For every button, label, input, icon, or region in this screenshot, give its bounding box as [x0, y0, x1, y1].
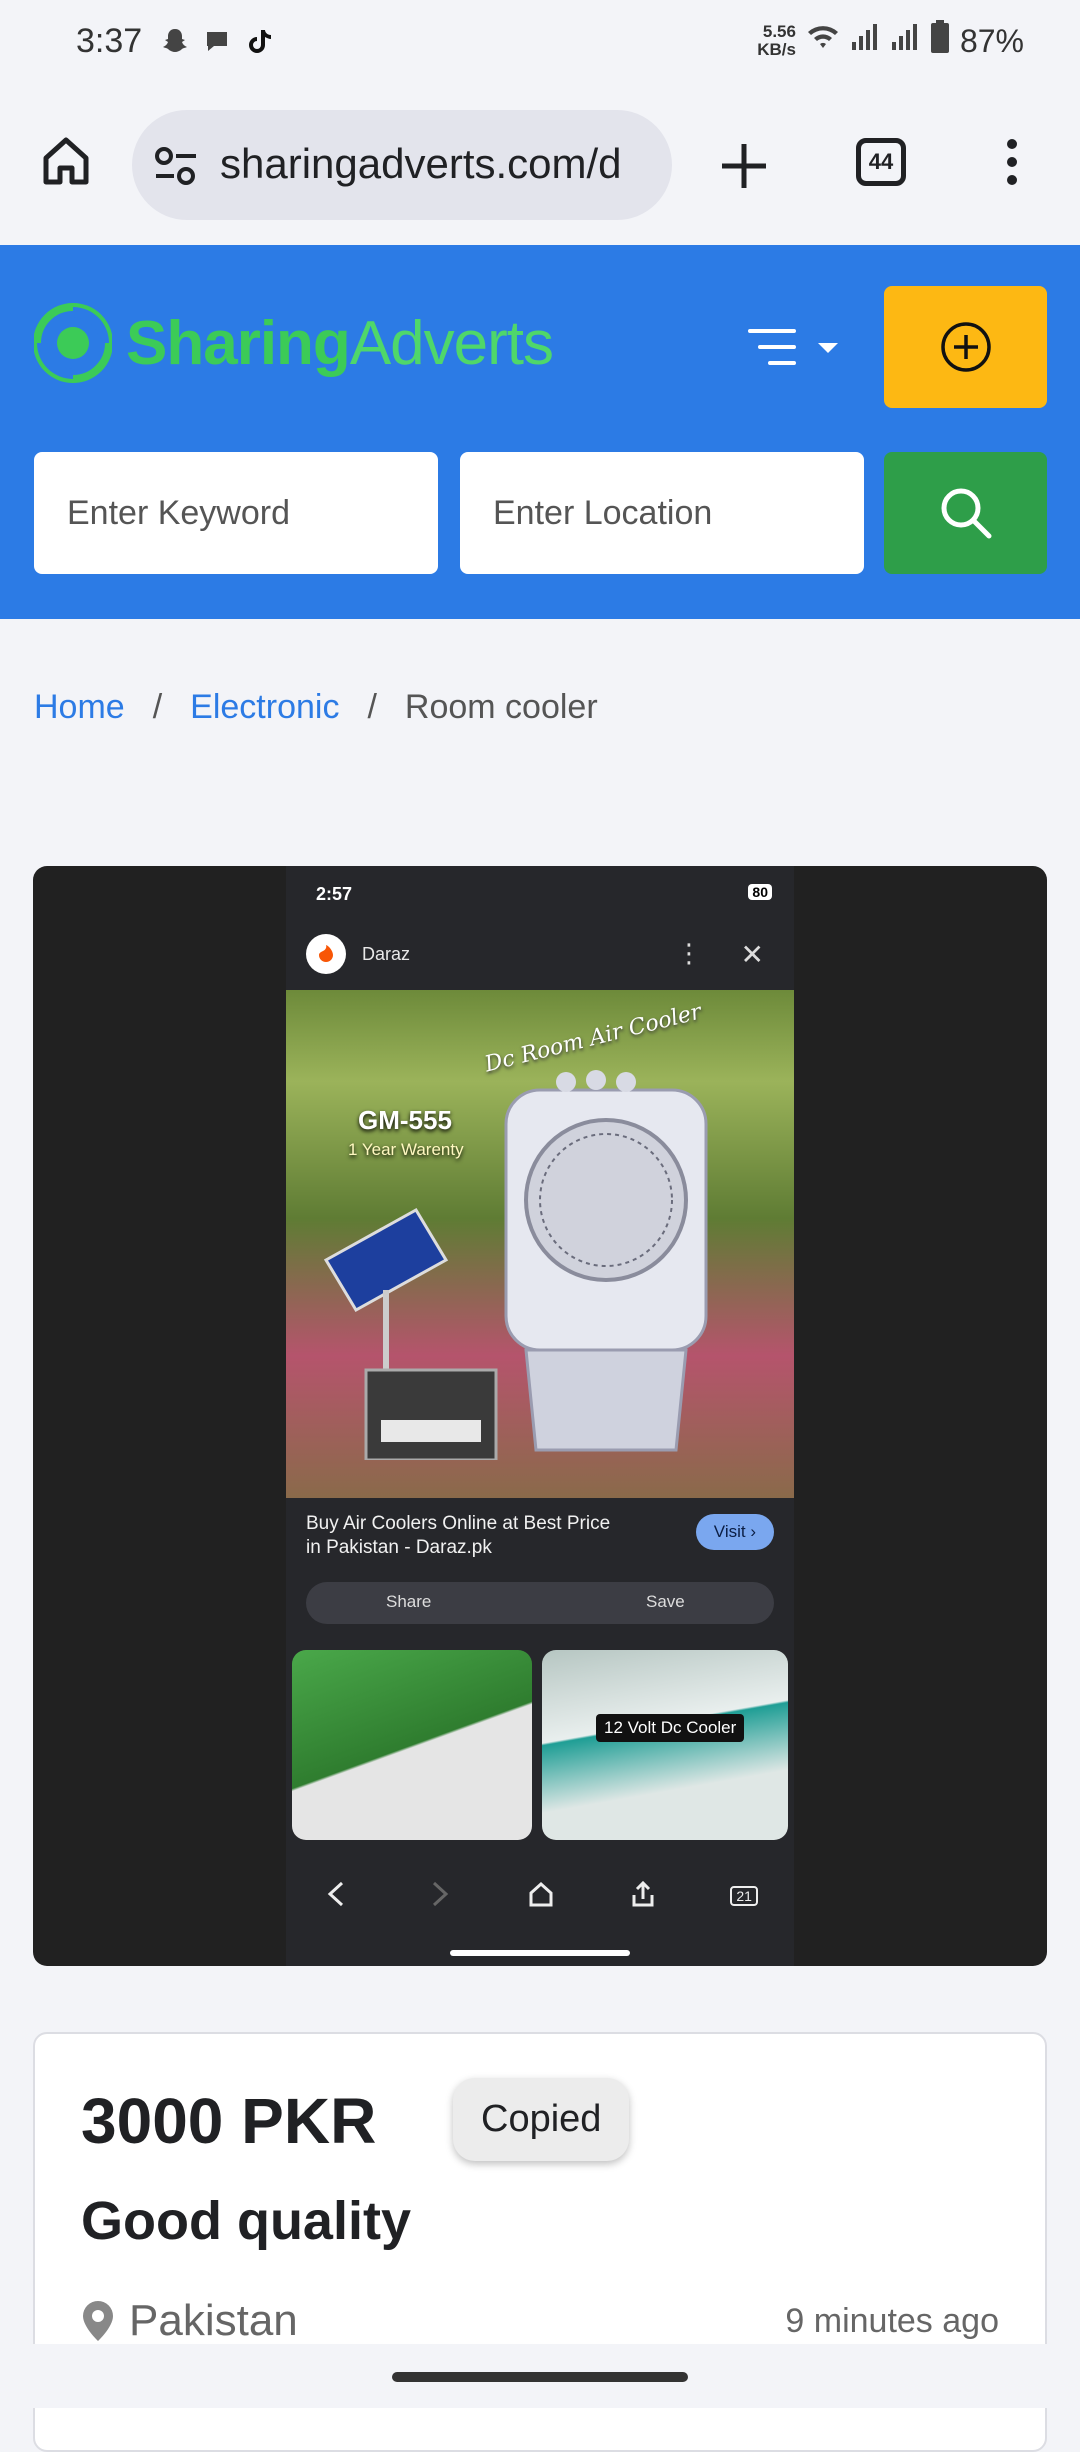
- status-bar: 3:37 5.56 KB/s 87%: [0, 0, 1080, 90]
- network-speed: 5.56 KB/s: [757, 22, 796, 59]
- snapchat-icon: [160, 26, 190, 61]
- status-time: 3:37: [76, 22, 143, 60]
- embedded-close-icon: ✕: [740, 939, 764, 970]
- breadcrumb-current: Room cooler: [404, 688, 598, 726]
- signal-icon-1: [850, 22, 880, 60]
- listing-image[interactable]: 2:57 80 Daraz ⋮ ✕ Dc Room Air Cooler GM-…: [33, 866, 1047, 1966]
- embedded-app-name: Daraz: [362, 943, 411, 964]
- cooler-product-image: Dc Room Air Cooler GM-555 1 Year Warenty: [286, 990, 794, 1498]
- copied-toast: Copied: [453, 2078, 630, 2161]
- keyword-input[interactable]: Enter Keyword: [34, 452, 438, 574]
- embedded-battery: 80: [748, 884, 772, 900]
- solar-panel-icon: [323, 1207, 498, 1460]
- embedded-more-icon: ⋮: [676, 938, 702, 968]
- embedded-result-title: Buy Air Coolers Online at Best Price in …: [306, 1513, 611, 1558]
- location-text: Pakistan: [129, 2296, 298, 2345]
- post-ad-button[interactable]: [884, 286, 1047, 408]
- embedded-script-text: Dc Room Air Cooler: [482, 999, 704, 1078]
- embedded-screenshot: 2:57 80 Daraz ⋮ ✕ Dc Room Air Cooler GM-…: [286, 866, 794, 1966]
- browser-toolbar: sharingadverts.com/d 44: [0, 90, 1080, 245]
- gesture-handle[interactable]: [392, 2372, 688, 2382]
- logo-icon: [34, 303, 112, 383]
- embedded-product-name: GM-555: [358, 1105, 452, 1135]
- embedded-app-header: Daraz: [306, 934, 410, 974]
- home-icon: [526, 1879, 556, 1914]
- tiktok-icon: [244, 26, 274, 61]
- url-text: sharingadverts.com/d: [220, 140, 622, 187]
- add-circle-icon: [940, 322, 991, 372]
- embedded-action-bar: Share Save: [306, 1582, 774, 1624]
- browser-home-button[interactable]: [38, 132, 94, 188]
- embedded-home-handle: [450, 1950, 630, 1956]
- status-right: 5.56 KB/s 87%: [757, 20, 1024, 62]
- embedded-time: 2:57: [316, 884, 353, 904]
- thumbnail-image: [292, 1650, 532, 1840]
- location-input[interactable]: Enter Location: [460, 452, 864, 574]
- tab-switcher-button[interactable]: 44: [856, 138, 906, 186]
- battery-percent: 87%: [959, 22, 1024, 59]
- logo-text: SharingAdverts: [126, 308, 554, 378]
- back-icon: [322, 1879, 352, 1914]
- notification-icons: [160, 26, 274, 61]
- chat-icon: [202, 26, 232, 61]
- embedded-thumb-label: 12 Volt Dc Cooler: [596, 1714, 745, 1742]
- more-menu-icon[interactable]: [998, 132, 1026, 192]
- signal-icon-2: [890, 22, 920, 60]
- address-bar[interactable]: sharingadverts.com/d: [132, 110, 672, 220]
- site-header: SharingAdverts Enter Keyword Enter Locat…: [0, 245, 1080, 619]
- forward-icon: [424, 1879, 454, 1914]
- posted-time: 9 minutes ago: [785, 2302, 999, 2340]
- embedded-warranty: 1 Year Warenty: [348, 1140, 464, 1159]
- nav-menu-toggle[interactable]: [746, 323, 846, 373]
- wifi-icon: [806, 22, 840, 60]
- battery-icon: [930, 20, 950, 62]
- new-tab-button[interactable]: [716, 138, 772, 194]
- breadcrumb: Home / Electronic / Room cooler: [34, 688, 598, 727]
- daraz-logo-icon: [306, 934, 346, 974]
- breadcrumb-separator: /: [152, 688, 163, 726]
- embedded-visit-button: Visit ›: [695, 1514, 774, 1550]
- embedded-save: Save: [646, 1592, 685, 1611]
- tabs-count-icon: 21: [730, 1886, 758, 1906]
- embedded-share: Share: [386, 1592, 432, 1611]
- system-nav-bar: [0, 2344, 1080, 2408]
- listing-price: 3000 PKR: [81, 2085, 377, 2157]
- breadcrumb-category[interactable]: Electronic: [190, 688, 339, 727]
- embedded-thumbnails: 12 Volt Dc Cooler: [286, 1650, 794, 1840]
- listing-title: Good quality: [81, 2191, 411, 2251]
- air-cooler-icon: [504, 1070, 708, 1452]
- site-logo[interactable]: SharingAdverts: [34, 290, 554, 396]
- search-button[interactable]: [884, 452, 1047, 574]
- location-pin-icon: [83, 2301, 113, 2341]
- breadcrumb-home[interactable]: Home: [34, 688, 125, 727]
- listing-location: Pakistan: [81, 2296, 298, 2346]
- search-icon: [941, 488, 991, 539]
- share-icon: [628, 1879, 658, 1914]
- thumbnail-image: 12 Volt Dc Cooler: [542, 1650, 788, 1840]
- breadcrumb-separator: /: [367, 688, 377, 726]
- embedded-nav-bar: 21: [286, 1856, 794, 1936]
- site-settings-icon[interactable]: [152, 144, 200, 193]
